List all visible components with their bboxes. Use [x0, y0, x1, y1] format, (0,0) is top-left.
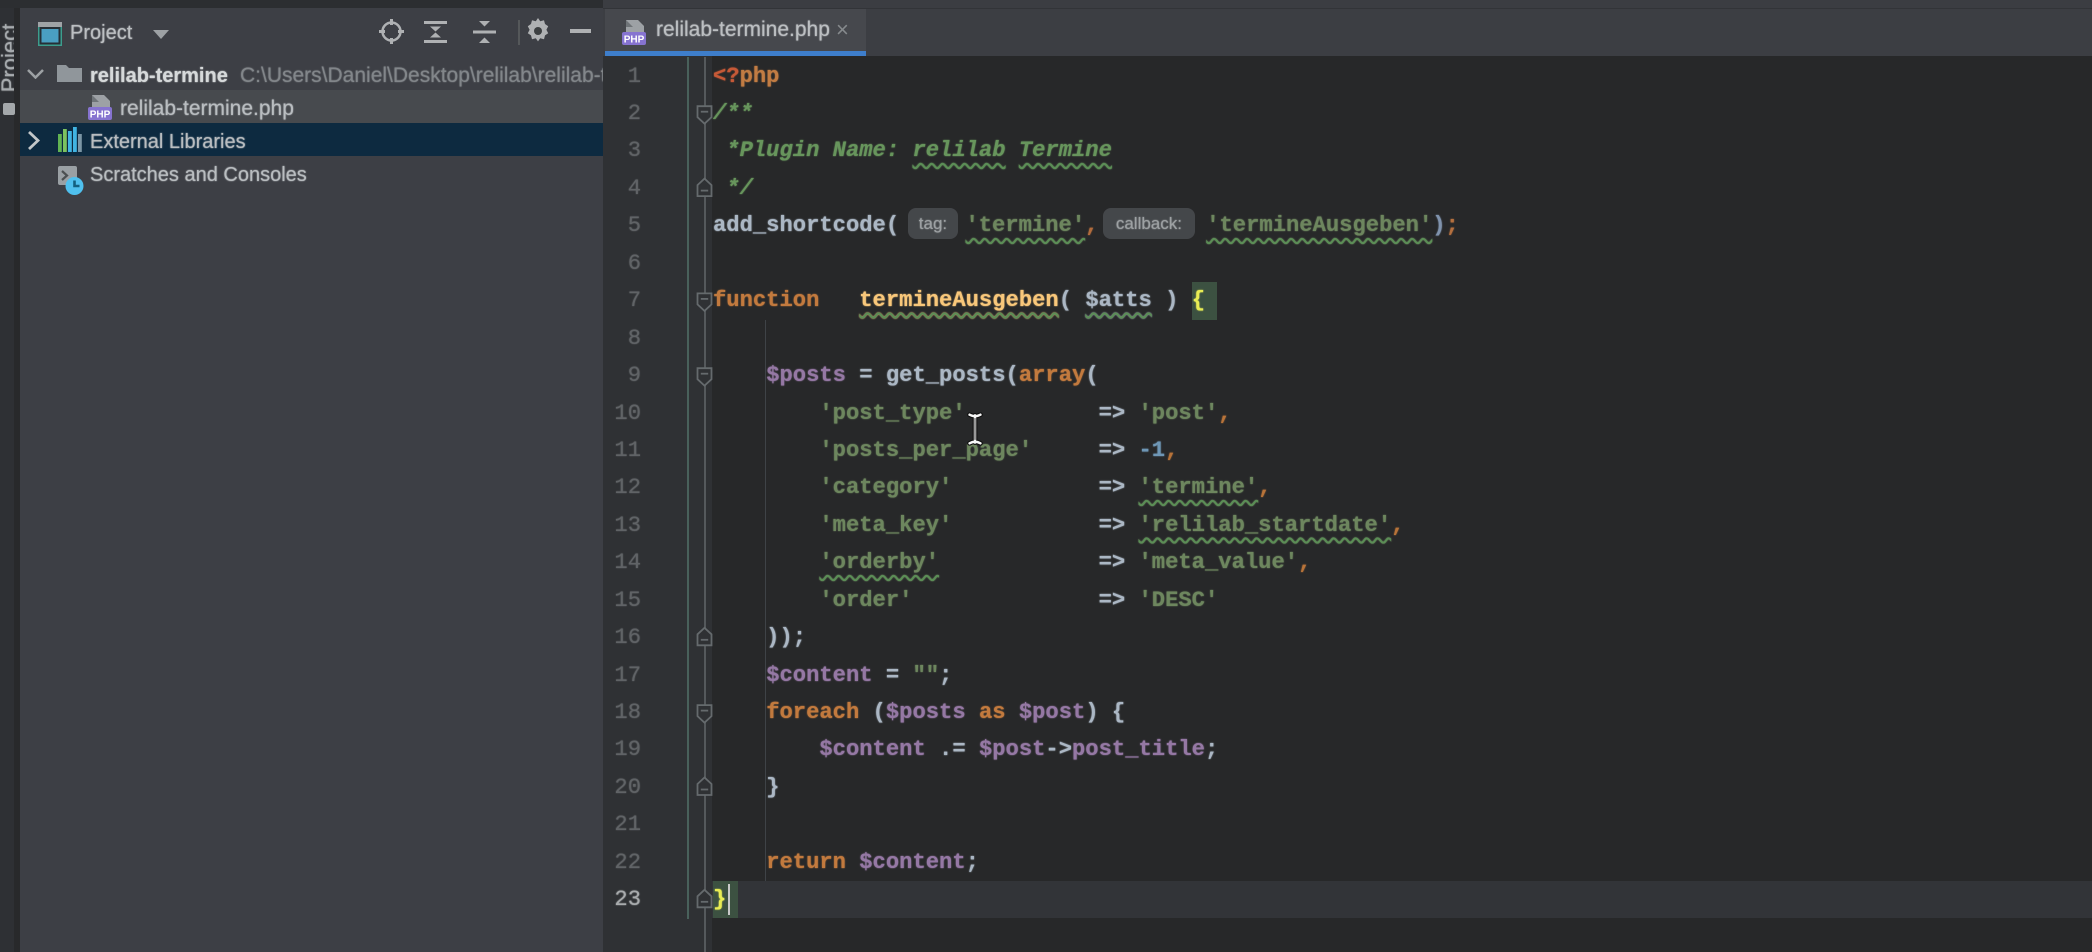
svg-text:PHP: PHP — [624, 35, 645, 46]
svg-text:PHP: PHP — [90, 110, 111, 121]
